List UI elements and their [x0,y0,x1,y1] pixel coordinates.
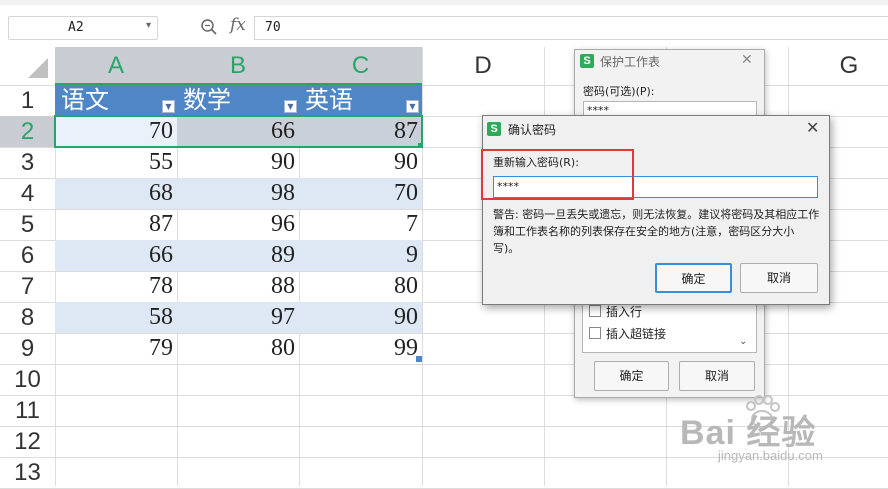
magnifier-icon[interactable] [200,18,218,36]
row-header-3[interactable]: 3 [0,147,55,178]
filter-dropdown-icon[interactable]: ▼ [162,100,175,113]
table-cell-math[interactable]: 90 [177,147,299,178]
permission-label-insert-row: 插入行 [606,305,643,319]
row-header-10[interactable]: 10 [0,364,55,395]
scroll-down-icon[interactable]: ⌄ [739,336,747,347]
column-header-a[interactable]: A [55,47,177,85]
protect-ok-button[interactable]: 确定 [594,361,669,391]
table-header-english[interactable]: 英语 [299,85,422,116]
row-header-6[interactable]: 6 [0,240,55,271]
table-cell-english[interactable]: 70 [299,178,422,209]
column-header-g[interactable]: G [788,47,888,85]
table-cell-english[interactable]: 90 [299,302,422,333]
column-header-b[interactable]: B [177,47,299,85]
row-header-1[interactable]: 1 [0,85,55,116]
watermark-url: jingyan.baidu.com [718,448,823,463]
table-cell-math[interactable]: 89 [177,240,299,271]
fill-handle[interactable] [418,143,423,148]
table-cell-chinese[interactable]: 79 [55,333,177,364]
row-header-5[interactable]: 5 [0,209,55,240]
filter-dropdown-icon[interactable]: ▼ [284,100,297,113]
wps-logo-icon: S [487,122,501,136]
confirm-ok-button[interactable]: 确定 [655,263,732,293]
column-header-c[interactable]: C [299,47,422,85]
table-cell-chinese[interactable]: 58 [55,302,177,333]
table-cell-math[interactable]: 88 [177,271,299,302]
selection-border [54,115,423,148]
table-cell-english[interactable]: 9 [299,240,422,271]
highlight-annotation-box [481,149,634,200]
table-cell-math[interactable]: 97 [177,302,299,333]
row-header-4[interactable]: 4 [0,178,55,209]
permission-checkbox[interactable] [589,327,601,339]
name-box-value: A2 [68,20,84,35]
table-cell-math[interactable]: 98 [177,178,299,209]
permission-checkbox[interactable] [589,305,601,317]
select-all-triangle-icon[interactable] [28,58,48,78]
table-cell-chinese[interactable]: 78 [55,271,177,302]
table-cell-chinese[interactable]: 87 [55,209,177,240]
row-header-13[interactable]: 13 [0,457,55,488]
column-header-d[interactable]: D [422,47,544,85]
wps-logo-icon: S [580,54,594,68]
table-cell-english[interactable]: 99 [299,333,422,364]
row-header-7[interactable]: 7 [0,271,55,302]
row-header-11[interactable]: 11 [0,395,55,426]
protect-password-label: 密码(可选)(P): [583,85,655,98]
protect-cancel-button[interactable]: 取消 [679,361,755,391]
table-cell-chinese[interactable]: 66 [55,240,177,271]
table-resize-handle[interactable] [416,356,422,362]
close-icon[interactable]: ✕ [806,118,819,137]
table-cell-english[interactable]: 80 [299,271,422,302]
formula-input[interactable] [254,16,888,40]
table-cell-math[interactable]: 96 [177,209,299,240]
row-header-9[interactable]: 9 [0,333,55,364]
row-header-8[interactable]: 8 [0,302,55,333]
table-cell-chinese[interactable]: 68 [55,178,177,209]
formula-value: 70 [265,20,281,35]
close-icon[interactable]: ✕ [741,52,753,68]
row-header-12[interactable]: 12 [0,426,55,457]
table-header-chinese[interactable]: 语文 [55,85,177,116]
table-header-math[interactable]: 数学 [177,85,299,116]
row-header-2[interactable]: 2 [0,116,55,147]
confirm-cancel-button[interactable]: 取消 [740,263,818,293]
watermark-brand: Bai 经验 [680,414,817,452]
permission-label-insert-hyperlink: 插入超链接 [606,327,667,341]
table-cell-chinese[interactable]: 55 [55,147,177,178]
protect-dialog-title: 保护工作表 [600,55,661,69]
table-cell-english[interactable]: 90 [299,147,422,178]
table-cell-english[interactable]: 7 [299,209,422,240]
confirm-dialog-title: 确认密码 [508,123,557,137]
fx-icon[interactable]: fx [230,15,246,35]
table-cell-math[interactable]: 80 [177,333,299,364]
warning-text: 警告: 密码一旦丢失或遗忘，则无法恢复。建议将密码及其相应工作簿和工作表名称的列… [493,208,820,255]
filter-dropdown-icon[interactable]: ▼ [406,100,419,113]
chevron-down-icon[interactable]: ▾ [146,20,151,31]
